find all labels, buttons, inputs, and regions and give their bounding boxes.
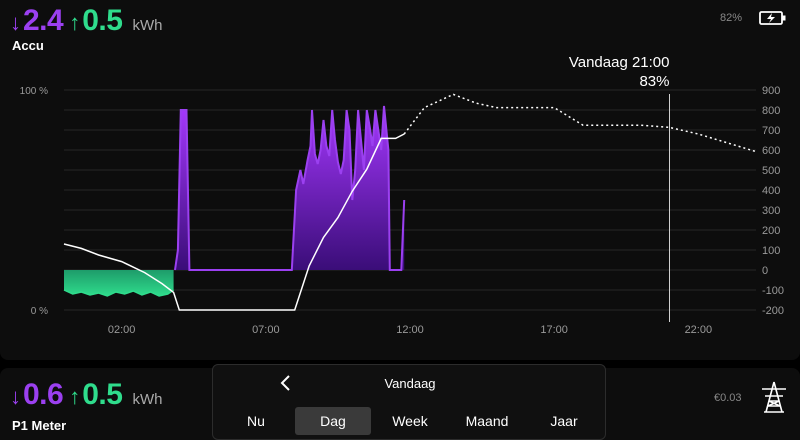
p1-import-value: 0.6 — [23, 378, 64, 411]
p1-cost: €0.03 — [714, 392, 742, 404]
x-axis-tick-label: 17:00 — [540, 324, 568, 336]
x-axis-tick-label: 12:00 — [396, 324, 424, 336]
right-axis-tick-label: 300 — [762, 205, 780, 217]
import-arrow-icon: ↓ — [10, 384, 21, 409]
left-axis-tick-label: 0 % — [31, 306, 48, 317]
right-axis-tick-label: 100 — [762, 245, 780, 257]
soc-forecast-line — [403, 93, 757, 153]
right-axis-tick-label: -100 — [762, 285, 784, 297]
p1-energy-readout: ↓ 0.6 ↑ 0.5 kWh — [10, 378, 162, 412]
right-axis-tick-label: 600 — [762, 145, 780, 157]
right-axis-tick-label: 700 — [762, 125, 780, 137]
right-axis-tick-label: 900 — [762, 85, 780, 97]
tab-nu[interactable]: Nu — [219, 407, 293, 435]
tab-maand[interactable]: Maand — [449, 407, 525, 435]
accu-chart[interactable]: 900 800 700 600 500 400 300 200 100 0 -100 -200 100 … — [0, 0, 800, 360]
x-axis-tick-label: 02:00 — [108, 324, 136, 336]
export-arrow-icon: ↑ — [69, 384, 81, 409]
tooltip-value: 83% — [639, 73, 669, 90]
period-label: Vandaag — [384, 376, 436, 391]
tooltip-time: Vandaag 21:00 — [569, 54, 670, 71]
right-axis-tick-label: 0 — [762, 265, 768, 277]
p1-export-value: 0.5 — [82, 378, 123, 411]
tab-week[interactable]: Week — [373, 407, 447, 435]
right-axis-tick-label: 500 — [762, 165, 780, 177]
period-selector: Vandaag Nu Dag Week Maand Jaar — [212, 364, 606, 440]
left-axis-tick-label: 100 % — [20, 86, 48, 97]
tab-dag[interactable]: Dag — [295, 407, 371, 435]
x-axis-tick-label: 07:00 — [252, 324, 280, 336]
x-axis-tick-label: 22:00 — [685, 324, 713, 336]
right-axis-tick-label: -200 — [762, 305, 784, 317]
tab-jaar[interactable]: Jaar — [527, 407, 601, 435]
p1-title: P1 Meter — [12, 418, 67, 433]
right-axis-tick-label: 400 — [762, 185, 780, 197]
power-pylon-icon — [760, 380, 788, 419]
right-axis-tick-label: 200 — [762, 225, 780, 237]
p1-unit: kWh — [132, 391, 163, 408]
right-axis-tick-label: 800 — [762, 105, 780, 117]
accu-card[interactable]: ↓ 2.4 ↑ 0.5 kWh Accu 82% 900 800 700 600 500… — [0, 0, 800, 360]
